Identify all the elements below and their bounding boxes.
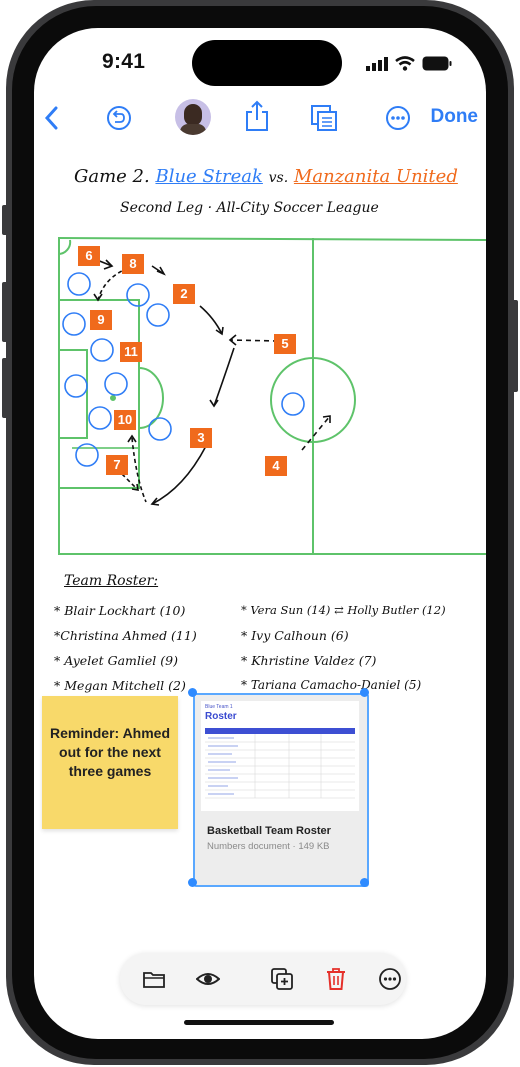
thumb-table (205, 728, 355, 799)
more-options-icon[interactable] (378, 967, 402, 991)
sticky-note[interactable]: Reminder: Ahmed out for the next three g… (42, 696, 178, 829)
resize-handle-top-left[interactable] (188, 688, 197, 697)
side-button (512, 300, 518, 392)
away-player-tag-10: 10 (114, 410, 136, 430)
volume-up-button (2, 282, 8, 342)
home-indicator[interactable] (184, 1020, 334, 1025)
roster-heading: Team Roster: (64, 573, 159, 589)
roster-left-1: * Blair Lockhart (10) (54, 603, 186, 618)
away-player-tag-9: 9 (90, 310, 112, 330)
document-attachment[interactable]: Blue Team 1 Roster Basketball Team Roste… (193, 693, 369, 887)
resize-handle-top-right[interactable] (360, 688, 369, 697)
home-player-1 (67, 272, 91, 296)
home-player-6 (64, 374, 88, 398)
away-player-tag-5: 5 (274, 334, 296, 354)
away-player-tag-7: 7 (106, 455, 128, 475)
home-player-11 (281, 392, 305, 416)
away-player-tag-2: 2 (173, 284, 195, 304)
thumb-heading: Roster (205, 711, 237, 722)
roster-left-4: * Megan Mitchell (2) (54, 678, 186, 693)
document-subtitle: Numbers document · 149 KB (207, 841, 330, 852)
away-player-tag-3: 3 (190, 428, 212, 448)
duplicate-icon[interactable] (270, 967, 294, 991)
home-player-4 (62, 312, 86, 336)
roster-left-2: *Christina Ahmed (11) (54, 628, 197, 643)
roster-right-3: * Khristine Valdez (7) (241, 653, 377, 668)
away-player-tag-11: 11 (120, 342, 142, 362)
away-player-tag-6: 6 (78, 246, 100, 266)
document-title: Basketball Team Roster (207, 825, 331, 837)
folder-icon[interactable] (142, 967, 166, 991)
trash-icon[interactable] (324, 967, 348, 991)
roster-right-1: * Vera Sun (14) ⇄ Holly Butler (12) (241, 603, 446, 617)
field-lines (57, 237, 486, 555)
eye-icon[interactable] (196, 967, 220, 991)
thumb-kicker: Blue Team 1 (205, 704, 233, 710)
document-thumbnail: Blue Team 1 Roster (201, 701, 359, 811)
home-player-7 (104, 372, 128, 396)
action-button (2, 205, 8, 235)
resize-handle-bottom-left[interactable] (188, 878, 197, 887)
selection-action-bar (120, 953, 406, 1005)
roster-left-3: * Ayelet Gamliel (9) (54, 653, 178, 668)
away-player-tag-4: 4 (265, 456, 287, 476)
away-player-tag-8: 8 (122, 254, 144, 274)
resize-handle-bottom-right[interactable] (360, 878, 369, 887)
home-player-9 (148, 417, 172, 441)
screen: 9:41 Done Game 2. Blue Streak vs. Manzan… (34, 28, 486, 1039)
roster-right-4: * Tariana Camacho-Daniel (5) (241, 678, 422, 692)
home-player-8 (88, 406, 112, 430)
roster-right-2: * Ivy Calhoun (6) (241, 628, 349, 643)
home-player-3 (146, 303, 170, 327)
home-player-5 (90, 338, 114, 362)
soccer-field-sketch (57, 237, 486, 555)
volume-down-button (2, 358, 8, 418)
sticky-note-text: Reminder: Ahmed out for the next three g… (49, 725, 171, 779)
